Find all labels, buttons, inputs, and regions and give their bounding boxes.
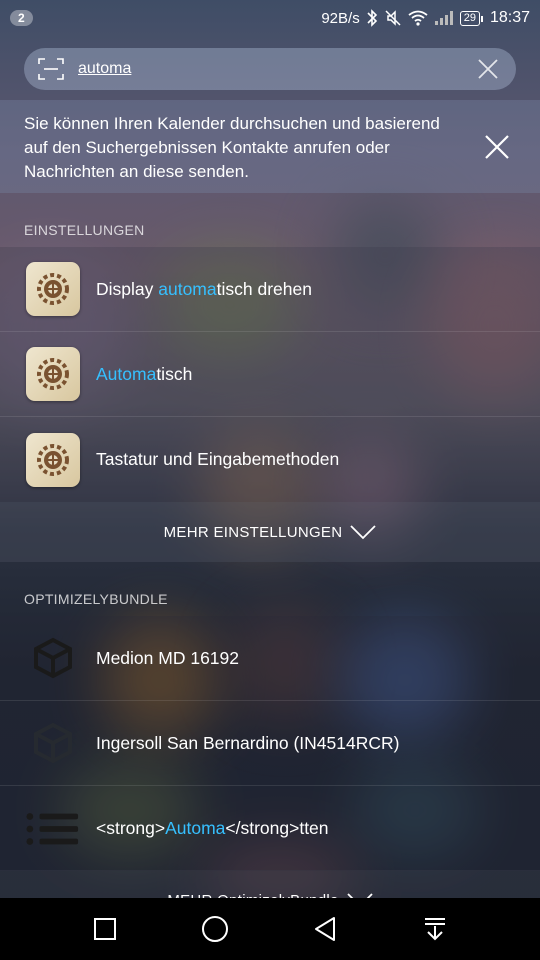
settings-gear-icon: [26, 432, 80, 487]
clear-search-button[interactable]: [474, 55, 502, 83]
bluetooth-icon: [367, 9, 377, 27]
scan-icon[interactable]: [38, 57, 64, 81]
list-item[interactable]: Automatisch: [0, 332, 540, 417]
close-icon: [485, 135, 509, 159]
settings-gear-icon: [26, 347, 80, 401]
wifi-icon: [408, 10, 428, 26]
signal-icon: [434, 11, 453, 25]
result-label: Medion MD 16192: [96, 647, 239, 668]
close-icon: [478, 59, 498, 79]
result-label: Automatisch: [96, 363, 193, 384]
result-label: Tastatur und Eingabemethoden: [96, 449, 340, 469]
square-icon: [94, 918, 116, 940]
settings-results-list: Display automatisch drehen Automatisch T…: [0, 247, 540, 502]
notification-shade-button[interactable]: [405, 904, 465, 954]
network-speed: 92B/s: [321, 9, 360, 27]
list-item[interactable]: Ingersoll San Bernardino (IN4514RCR): [0, 701, 540, 786]
list-item[interactable]: <strong>Automa</strong>tten: [0, 786, 540, 871]
clock: 18:37: [489, 9, 530, 26]
back-button[interactable]: [295, 904, 355, 954]
settings-gear-icon: [26, 262, 80, 316]
list-item[interactable]: Medion MD 16192: [0, 616, 540, 701]
home-button[interactable]: [185, 904, 245, 954]
hint-text: Sie können Ihren Kalender durchsuchen un…: [24, 114, 440, 181]
result-label: Ingersoll San Bernardino (IN4514RCR): [96, 732, 400, 753]
list-item[interactable]: Display automatisch drehen: [0, 247, 540, 332]
navigation-bar: [0, 898, 540, 960]
status-bar: 2 92B/s 29 18:37: [0, 0, 540, 36]
circle-icon: [202, 916, 228, 942]
dismiss-hint-button[interactable]: [482, 132, 512, 162]
calendar-search-hint: Sie können Ihren Kalender durchsuchen un…: [0, 100, 540, 193]
cube-icon: [26, 631, 80, 685]
result-label: Display automatisch drehen: [96, 278, 312, 299]
more-settings-label: MEHR EINSTELLUNGEN: [163, 523, 343, 541]
mute-icon: [385, 10, 401, 26]
notification-count-badge: 2: [10, 10, 33, 26]
more-settings-button[interactable]: MEHR EINSTELLUNGEN: [0, 502, 540, 562]
result-label: <strong>Automa</strong>tten: [96, 818, 329, 838]
chevron-down-icon: [350, 525, 377, 540]
recent-apps-button[interactable]: [75, 904, 135, 954]
section-title-settings: EINSTELLUNGEN: [24, 222, 145, 238]
battery-indicator: 29: [459, 10, 484, 26]
list-icon: [26, 802, 80, 856]
cube-icon: [26, 716, 80, 770]
back-triangle-icon: [315, 917, 335, 941]
bundle-results-list: Medion MD 16192 Ingersoll San Bernardino…: [0, 616, 540, 871]
section-title-bundle: OPTIMIZELYBUNDLE: [24, 591, 168, 607]
pull-down-icon: [425, 918, 445, 941]
search-bar[interactable]: automa: [24, 48, 516, 90]
list-item[interactable]: Tastatur und Eingabemethoden: [0, 417, 540, 502]
search-input[interactable]: automa: [78, 60, 474, 78]
